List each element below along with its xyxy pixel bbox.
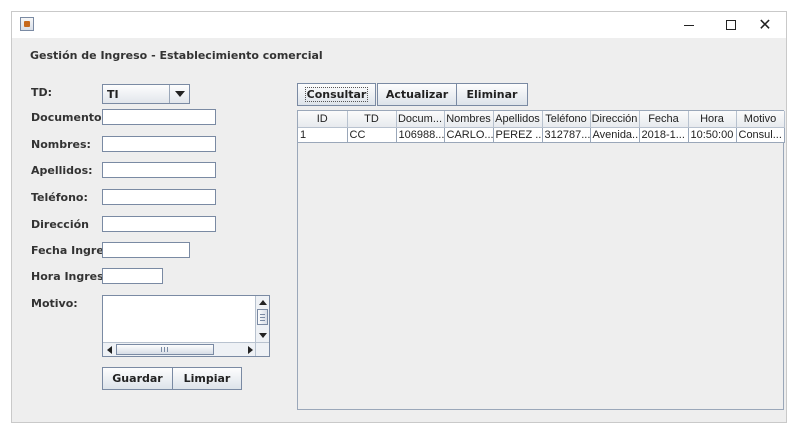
column-header[interactable]: Motivo bbox=[736, 111, 785, 128]
column-header[interactable]: TD bbox=[347, 111, 397, 128]
telefono-field[interactable] bbox=[102, 189, 216, 205]
td-selected-value: TI bbox=[107, 88, 119, 101]
nombres-field[interactable] bbox=[102, 136, 216, 152]
vertical-scroll-thumb[interactable] bbox=[257, 309, 268, 325]
documento-label: Documento: bbox=[31, 111, 107, 124]
title-bar: ✕ bbox=[12, 12, 786, 38]
table-cell[interactable]: Avenida... bbox=[590, 127, 640, 143]
table-cell[interactable]: CARLO... bbox=[444, 127, 494, 143]
arrow-down-icon bbox=[259, 332, 267, 338]
limpiar-button[interactable]: Limpiar bbox=[172, 367, 242, 390]
chevron-down-icon bbox=[174, 91, 185, 97]
column-header[interactable]: ID bbox=[298, 111, 348, 128]
table-cell[interactable]: PEREZ ... bbox=[493, 127, 543, 143]
motivo-label: Motivo: bbox=[31, 297, 78, 310]
apellidos-label: Apellidos: bbox=[31, 164, 93, 177]
actualizar-button[interactable]: Actualizar bbox=[377, 83, 457, 106]
table-cell[interactable]: 312787... bbox=[542, 127, 591, 143]
results-table-scrollpane[interactable]: ID TD Docum... Nombres Apellidos Teléfon… bbox=[297, 110, 785, 410]
td-label: TD: bbox=[31, 86, 53, 99]
arrow-up-icon bbox=[259, 299, 267, 305]
column-header[interactable]: Teléfono bbox=[542, 111, 591, 128]
table-header-row: ID TD Docum... Nombres Apellidos Teléfon… bbox=[298, 111, 785, 128]
consultar-button-label: Consultar bbox=[304, 87, 369, 102]
form-heading: Gestión de Ingreso - Establecimiento com… bbox=[30, 49, 323, 62]
arrow-right-icon bbox=[247, 346, 253, 354]
column-header[interactable]: Docum... bbox=[396, 111, 445, 128]
scroll-up-button[interactable] bbox=[257, 296, 269, 308]
table-row[interactable]: 1 CC 106988... CARLO... PEREZ ... 312787… bbox=[298, 127, 785, 143]
app-window: ✕ Gestión de Ingreso - Establecimiento c… bbox=[0, 0, 796, 436]
guardar-button[interactable]: Guardar bbox=[102, 367, 173, 390]
documento-field[interactable] bbox=[102, 109, 216, 125]
table-cell[interactable]: 2018-1... bbox=[639, 127, 689, 143]
minimize-icon bbox=[684, 24, 694, 26]
column-header[interactable]: Hora bbox=[688, 111, 737, 128]
minimize-button[interactable] bbox=[668, 12, 710, 38]
fecha-ingreso-field[interactable] bbox=[102, 242, 190, 258]
arrow-left-icon bbox=[106, 346, 112, 354]
td-dropdown-button[interactable] bbox=[169, 85, 189, 103]
table-cell[interactable]: 10:50:00 bbox=[688, 127, 737, 143]
apellidos-field[interactable] bbox=[102, 162, 216, 178]
motivo-textarea[interactable] bbox=[102, 295, 270, 357]
direccion-field[interactable] bbox=[102, 216, 216, 232]
close-button[interactable]: ✕ bbox=[744, 12, 786, 38]
scroll-left-button[interactable] bbox=[103, 344, 115, 356]
table-cell[interactable]: Consul... bbox=[736, 127, 785, 143]
guardar-button-label: Guardar bbox=[112, 372, 163, 385]
eliminar-button-label: Eliminar bbox=[466, 88, 518, 101]
column-header[interactable]: Fecha bbox=[639, 111, 689, 128]
scroll-down-button[interactable] bbox=[257, 329, 269, 341]
consultar-button[interactable]: Consultar bbox=[297, 83, 376, 106]
motivo-vertical-scrollbar[interactable] bbox=[255, 296, 269, 342]
telefono-label: Teléfono: bbox=[31, 191, 88, 204]
close-icon: ✕ bbox=[758, 15, 772, 34]
column-header[interactable]: Apellidos bbox=[493, 111, 543, 128]
actualizar-button-label: Actualizar bbox=[385, 88, 449, 101]
direccion-label: Dirección bbox=[31, 218, 89, 231]
maximize-icon bbox=[726, 20, 736, 30]
column-header[interactable]: Dirección bbox=[590, 111, 640, 128]
nombres-label: Nombres: bbox=[31, 138, 91, 151]
table-cell[interactable]: CC bbox=[347, 127, 397, 143]
table-cell[interactable]: 1 bbox=[298, 127, 348, 143]
java-app-icon bbox=[20, 17, 34, 31]
eliminar-button[interactable]: Eliminar bbox=[456, 83, 528, 106]
results-table[interactable]: ID TD Docum... Nombres Apellidos Teléfon… bbox=[298, 111, 785, 143]
table-cell[interactable]: 106988... bbox=[396, 127, 445, 143]
td-combobox[interactable]: TI bbox=[102, 84, 190, 104]
limpiar-button-label: Limpiar bbox=[183, 372, 231, 385]
horizontal-scroll-thumb[interactable] bbox=[116, 344, 214, 355]
motivo-horizontal-scrollbar[interactable] bbox=[103, 342, 257, 356]
column-header[interactable]: Nombres bbox=[444, 111, 494, 128]
hora-ingreso-field[interactable] bbox=[102, 268, 163, 284]
scroll-corner bbox=[255, 342, 269, 356]
